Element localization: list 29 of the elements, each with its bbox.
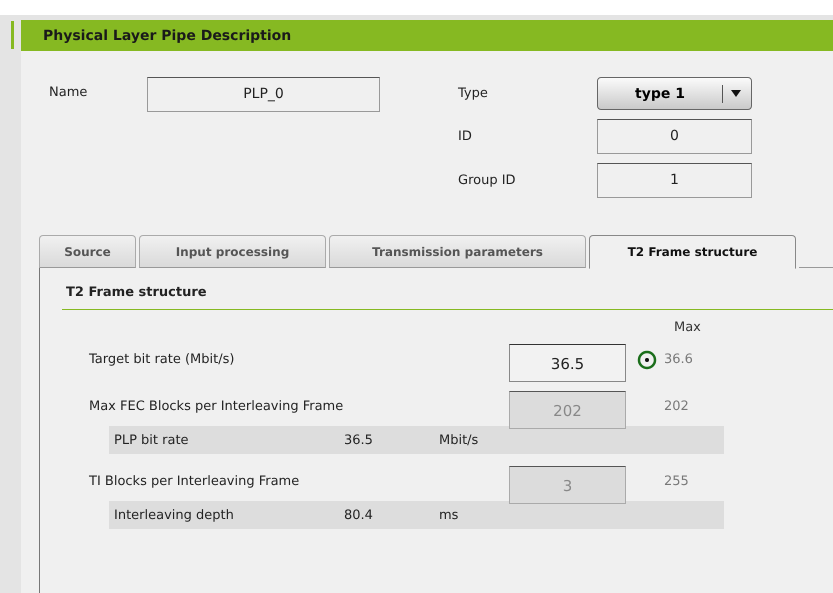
type-dropdown[interactable]: type 1 <box>597 77 752 110</box>
unit-label: Mbit/s <box>439 432 478 448</box>
column-header: Max <box>674 320 702 336</box>
field-label: Name <box>49 84 88 100</box>
info-label: Interleaving depth <box>114 508 235 522</box>
parameter-label: Target bit rate (Mbit/s) <box>89 352 236 367</box>
parameter-label: TI Blocks per Interleaving Frame <box>89 474 300 489</box>
field-label: Group ID <box>458 173 517 188</box>
name-field[interactable]: PLP_0 <box>147 77 380 112</box>
input-field[interactable]: 0 <box>597 119 752 154</box>
panel-title: Physical Layer Pipe Description <box>43 28 292 44</box>
info-value: 80.4 <box>344 508 374 522</box>
field-label: ID <box>458 129 473 144</box>
tab[interactable]: Source <box>39 235 136 268</box>
unit-label: ms <box>439 508 458 522</box>
caret-icon <box>731 90 741 97</box>
tab[interactable]: Transmission parameters <box>329 235 586 268</box>
section-title: T2 Frame structure <box>65 285 208 302</box>
input-field[interactable]: 36.5 <box>509 344 626 382</box>
info-label: PLP bit rate <box>114 432 190 448</box>
field-label: Type <box>458 86 489 101</box>
input-field[interactable]: 1 <box>597 163 752 198</box>
max-value: 202 <box>664 399 689 414</box>
parameter-label: Max FEC Blocks per Interleaving Frame <box>89 399 344 414</box>
tab[interactable]: Input processing <box>139 235 326 268</box>
tab[interactable]: T2 Frame structure <box>589 235 796 269</box>
max-value: 36.6 <box>664 352 693 367</box>
info-value: 36.5 <box>344 432 374 448</box>
max-value: 255 <box>664 474 689 489</box>
